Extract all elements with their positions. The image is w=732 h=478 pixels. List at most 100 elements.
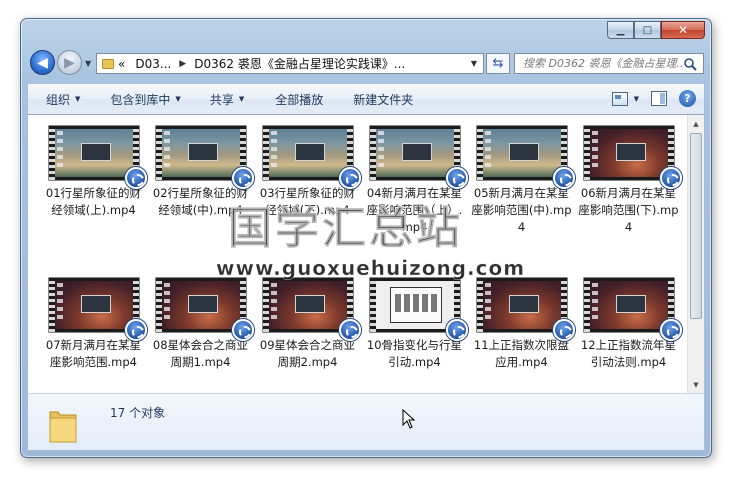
change-view-icon[interactable] [611, 91, 628, 106]
file-item[interactable]: 11上正指数次限盘应用.mp4 [468, 277, 575, 393]
file-item[interactable]: 02行星所象征的财经领域(中).mp4 [147, 125, 254, 271]
file-item[interactable]: 04新月满月在某星座影响范围（上）.mp4 [361, 125, 468, 271]
file-name: 01行星所象征的财经领域(上).mp4 [45, 186, 142, 217]
video-frame [589, 281, 668, 329]
scroll-thumb[interactable] [690, 133, 702, 319]
video-thumbnail[interactable] [582, 277, 682, 341]
video-thumbnail[interactable] [47, 125, 147, 189]
video-thumbnail[interactable] [154, 277, 254, 341]
folder-icon [49, 411, 77, 443]
scroll-up-icon[interactable]: ▲ [688, 115, 704, 132]
file-item[interactable]: 01行星所象征的财经领域(上).mp4 [40, 125, 147, 271]
desktop-icons [377, 131, 384, 171]
video-frame [482, 129, 561, 177]
item-count: 17 个对象 [110, 406, 166, 420]
media-player-icon [338, 319, 361, 341]
media-player-icon [124, 319, 147, 341]
file-name: 07新月满月在某星座影响范围.mp4 [45, 338, 142, 369]
app-window-preview [508, 143, 539, 161]
share-menu[interactable]: 共享 ▼ [181, 91, 244, 108]
media-player-icon [338, 167, 361, 189]
search-icon[interactable] [683, 57, 697, 71]
address-bar[interactable]: « D03... ▶ D0362 裘恩《金融占星理论实践课》... ▼ [96, 53, 484, 74]
back-button[interactable]: ◀ [30, 50, 55, 75]
video-thumbnail[interactable] [582, 125, 682, 189]
file-item[interactable]: 07新月满月在某星座影响范围.mp4 [40, 277, 147, 393]
video-frame [589, 129, 668, 177]
refresh-button[interactable]: ⇆ [486, 53, 510, 74]
media-player-icon [231, 167, 254, 189]
media-player-icon [231, 319, 254, 341]
file-name: 10骨指变化与行星引动.mp4 [366, 338, 463, 369]
video-thumbnail[interactable] [154, 125, 254, 189]
desktop-icons [56, 131, 63, 171]
include-in-library-menu[interactable]: 包含到库中 ▼ [80, 91, 180, 108]
desktop-icons [163, 131, 170, 171]
desktop-icons [270, 283, 277, 323]
video-frame [375, 129, 454, 177]
navigation-row: ◀ ▶ ▼ « D03... ▶ D0362 裘恩《金融占星理论实践课》... … [28, 48, 704, 78]
app-window-preview [615, 295, 646, 313]
video-thumbnail[interactable] [261, 125, 361, 189]
help-icon[interactable]: ? [679, 90, 696, 107]
desktop-icons [56, 283, 63, 323]
new-folder-button[interactable]: 新建文件夹 [323, 91, 413, 108]
search-input[interactable] [523, 57, 683, 70]
app-window-preview [294, 295, 325, 313]
command-bar: 组织 ▼ 包含到库中 ▼ 共享 ▼ 全部播放 新建文件夹 ▼ ? [27, 83, 705, 115]
file-name: 09星体会合之商业周期2.mp4 [259, 338, 356, 369]
maximize-button[interactable]: □ [634, 21, 661, 39]
video-frame [268, 281, 347, 329]
include-in-library-label: 包含到库中 [110, 92, 171, 107]
file-grid: 01行星所象征的财经领域(上).mp4 02行星所象征的财经领域(中).mp4 03… [40, 125, 682, 393]
search-box[interactable] [514, 53, 704, 74]
scroll-down-icon[interactable]: ▼ [688, 376, 704, 393]
forward-button[interactable]: ▶ [57, 50, 82, 75]
recent-pages-dropdown-icon[interactable]: ▼ [85, 59, 91, 68]
app-window-preview [294, 143, 325, 161]
video-thumbnail[interactable] [475, 277, 575, 341]
app-window-preview [187, 295, 218, 313]
video-thumbnail[interactable] [47, 277, 147, 341]
breadcrumb-segment-current[interactable]: D0362 裘恩《金融占星理论实践课》... [194, 55, 405, 72]
view-options-caret-icon[interactable]: ▼ [634, 95, 639, 103]
app-window-preview [615, 143, 646, 161]
address-dropdown-icon[interactable]: ▼ [471, 59, 477, 68]
share-label: 共享 [209, 92, 234, 107]
media-player-icon [659, 319, 682, 341]
media-player-icon [124, 167, 147, 189]
video-thumbnail[interactable] [368, 125, 468, 189]
desktop-icons [591, 283, 598, 323]
video-thumbnail[interactable] [368, 277, 468, 341]
media-player-icon [445, 319, 468, 341]
file-item[interactable]: 05新月满月在某星座影响范围(中).mp4 [468, 125, 575, 271]
file-item[interactable]: 08星体会合之商业周期1.mp4 [147, 277, 254, 393]
video-frame [268, 129, 347, 177]
desktop-icons [591, 131, 598, 171]
file-item[interactable]: 09星体会合之商业周期2.mp4 [254, 277, 361, 393]
video-thumbnail[interactable] [475, 125, 575, 189]
vertical-scrollbar[interactable]: ▲ ▼ [687, 115, 704, 393]
video-frame [375, 281, 454, 329]
media-player-icon [445, 167, 468, 189]
breadcrumb-overflow[interactable]: « [118, 57, 125, 71]
organize-menu[interactable]: 组织 ▼ [28, 91, 80, 108]
desktop-icons [270, 131, 277, 171]
video-thumbnail[interactable] [261, 277, 361, 341]
window-controls: ▁ □ ✕ [607, 21, 705, 39]
file-name: 02行星所象征的财经领域(中).mp4 [152, 186, 249, 217]
play-all-button[interactable]: 全部播放 [244, 91, 323, 108]
breadcrumb-segment[interactable]: D03... [135, 57, 171, 71]
app-window-preview [508, 295, 539, 313]
close-button[interactable]: ✕ [661, 21, 705, 39]
file-item[interactable]: 06新月满月在某星座影响范围(下).mp4 [575, 125, 682, 271]
minimize-button[interactable]: ▁ [607, 21, 634, 39]
file-item[interactable]: 03行星所象征的财经领域(下).mp4 [254, 125, 361, 271]
app-window-preview [187, 143, 218, 161]
file-item[interactable]: 10骨指变化与行星引动.mp4 [361, 277, 468, 393]
app-window-preview [389, 287, 442, 323]
preview-pane-icon[interactable] [651, 91, 667, 106]
file-item[interactable]: 12上正指数流年星引动法则.mp4 [575, 277, 682, 393]
desktop-icons [163, 283, 170, 323]
chevron-right-icon[interactable]: ▶ [179, 59, 186, 69]
